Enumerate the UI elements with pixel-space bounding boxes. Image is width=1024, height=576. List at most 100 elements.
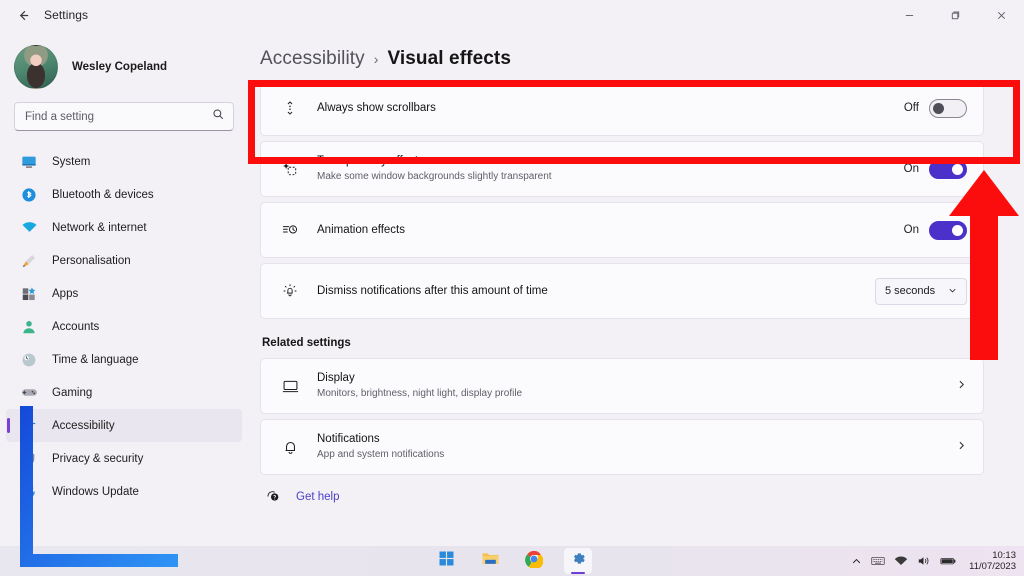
chrome-icon bbox=[525, 550, 544, 573]
taskbar-buttons bbox=[432, 548, 592, 574]
sidebar-item-label: Privacy & security bbox=[52, 452, 144, 465]
setting-row-always-show-scrollbars[interactable]: Always show scrollbars Off bbox=[260, 80, 984, 136]
animation-effects-toggle[interactable] bbox=[929, 220, 967, 240]
start-button[interactable] bbox=[432, 548, 460, 574]
related-text: Notifications App and system notificatio… bbox=[317, 432, 946, 462]
chrome-button[interactable] bbox=[520, 548, 548, 574]
settings-button[interactable] bbox=[564, 548, 592, 574]
close-button[interactable] bbox=[978, 0, 1024, 30]
apps-icon bbox=[20, 285, 38, 303]
display-icon bbox=[279, 378, 301, 395]
sidebar-item-bluetooth-devices[interactable]: Bluetooth & devices bbox=[6, 178, 242, 211]
sidebar-item-gaming[interactable]: Gaming bbox=[6, 376, 242, 409]
toggle-state-label: On bbox=[903, 163, 919, 175]
user-profile[interactable]: Wesley Copeland bbox=[0, 30, 248, 92]
sidebar: Wesley Copeland Find a setting System Bl… bbox=[0, 30, 248, 546]
back-button[interactable] bbox=[6, 1, 40, 29]
transparency-effects-toggle[interactable] bbox=[929, 159, 967, 179]
animation-icon bbox=[279, 222, 301, 238]
windows-logo-icon bbox=[438, 550, 455, 572]
paintbrush-icon bbox=[20, 252, 38, 270]
folder-icon bbox=[481, 549, 500, 573]
keyboard-icon[interactable] bbox=[871, 554, 885, 568]
main-content: Accessibility › Visual effects Always sh… bbox=[248, 30, 1024, 546]
sidebar-item-apps[interactable]: Apps bbox=[6, 277, 242, 310]
scrollbar-icon bbox=[279, 100, 301, 116]
title-bar: Settings bbox=[0, 0, 1024, 30]
taskbar: 10:13 11/07/2023 bbox=[0, 546, 1024, 576]
sidebar-item-label: Bluetooth & devices bbox=[52, 188, 154, 201]
bluetooth-icon bbox=[20, 186, 38, 204]
related-item-display[interactable]: Display Monitors, brightness, night ligh… bbox=[260, 358, 984, 414]
setting-control: On bbox=[904, 220, 967, 240]
sidebar-item-label: Personalisation bbox=[52, 254, 131, 267]
setting-row-dismiss-notifications[interactable]: Dismiss notifications after this amount … bbox=[260, 263, 984, 319]
dismiss-notifications-dropdown[interactable]: 5 seconds bbox=[875, 277, 967, 305]
file-explorer-button[interactable] bbox=[476, 548, 504, 574]
page-title: Visual effects bbox=[387, 48, 512, 69]
chevron-up-icon[interactable] bbox=[851, 556, 862, 567]
setting-text: Always show scrollbars bbox=[317, 101, 904, 116]
gear-icon bbox=[570, 550, 587, 572]
sidebar-item-label: Accounts bbox=[52, 320, 100, 333]
sidebar-item-label: Gaming bbox=[52, 386, 93, 399]
sidebar-item-accounts[interactable]: Accounts bbox=[6, 310, 242, 343]
avatar bbox=[14, 45, 58, 89]
window-controls bbox=[886, 0, 1024, 30]
setting-subtitle: Make some window backgrounds slightly tr… bbox=[317, 171, 552, 182]
clock[interactable]: 10:13 11/07/2023 bbox=[969, 550, 1016, 572]
setting-title: Transparency effects bbox=[317, 155, 424, 167]
sidebar-item-network-internet[interactable]: Network & internet bbox=[6, 211, 242, 244]
search-input[interactable] bbox=[15, 110, 233, 123]
always-show-scrollbars-toggle[interactable] bbox=[929, 98, 967, 118]
speaker-icon[interactable] bbox=[917, 554, 931, 568]
sidebar-item-label: Windows Update bbox=[52, 485, 139, 498]
breadcrumb-parent[interactable]: Accessibility bbox=[260, 48, 365, 70]
setting-title: Always show scrollbars bbox=[317, 101, 436, 114]
setting-text: Transparency effects Make some window ba… bbox=[317, 154, 904, 184]
app-title: Settings bbox=[44, 8, 89, 22]
settings-list: Always show scrollbars Off Transparency … bbox=[248, 80, 1024, 504]
breadcrumb-separator-icon: › bbox=[373, 51, 379, 67]
sidebar-item-privacy-security[interactable]: Privacy & security bbox=[6, 442, 242, 475]
sidebar-item-accessibility[interactable]: Accessibility bbox=[6, 409, 242, 442]
sidebar-item-label: Apps bbox=[52, 287, 79, 300]
clock-time: 10:13 bbox=[992, 550, 1016, 561]
setting-title: Dismiss notifications after this amount … bbox=[317, 284, 548, 297]
related-item-notifications[interactable]: Notifications App and system notificatio… bbox=[260, 419, 984, 475]
sidebar-item-label: Accessibility bbox=[52, 419, 115, 432]
chevron-right-icon bbox=[956, 438, 967, 456]
gamepad-icon bbox=[20, 384, 38, 402]
setting-row-transparency-effects[interactable]: Transparency effects Make some window ba… bbox=[260, 141, 984, 197]
minimize-button[interactable] bbox=[886, 0, 932, 30]
get-help-link[interactable]: Get help bbox=[260, 489, 984, 504]
system-tray: 10:13 11/07/2023 bbox=[851, 546, 1016, 576]
chevron-right-icon bbox=[956, 377, 967, 395]
sidebar-item-system[interactable]: System bbox=[6, 145, 242, 178]
setting-text: Animation effects bbox=[317, 223, 904, 238]
sidebar-item-label: System bbox=[52, 155, 91, 168]
monitor-icon bbox=[20, 153, 38, 171]
clock-globe-icon bbox=[20, 351, 38, 369]
maximize-button[interactable] bbox=[932, 0, 978, 30]
sidebar-item-time-language[interactable]: Time & language bbox=[6, 343, 242, 376]
related-subtitle: App and system notifications bbox=[317, 449, 445, 460]
transparency-icon bbox=[279, 161, 301, 177]
dropdown-value: 5 seconds bbox=[885, 285, 936, 297]
settings-window: Settings Wesley Copeland Find a setting … bbox=[0, 0, 1024, 576]
sidebar-item-windows-update[interactable]: Windows Update bbox=[6, 475, 242, 508]
search-box[interactable] bbox=[14, 102, 234, 131]
setting-row-animation-effects[interactable]: Animation effects On bbox=[260, 202, 984, 258]
breadcrumb: Accessibility › Visual effects bbox=[248, 30, 1024, 80]
related-settings-title: Related settings bbox=[262, 337, 351, 349]
get-help-label: Get help bbox=[296, 490, 340, 503]
sidebar-item-personalisation[interactable]: Personalisation bbox=[6, 244, 242, 277]
setting-control: Off bbox=[904, 98, 967, 118]
battery-icon[interactable] bbox=[940, 554, 957, 568]
accessibility-icon bbox=[20, 417, 38, 435]
wifi-icon[interactable] bbox=[894, 554, 908, 568]
sidebar-nav: System Bluetooth & devices Network & int… bbox=[0, 145, 248, 508]
search-area bbox=[0, 92, 248, 131]
wifi-icon bbox=[20, 219, 38, 237]
related-title: Notifications bbox=[317, 433, 380, 445]
